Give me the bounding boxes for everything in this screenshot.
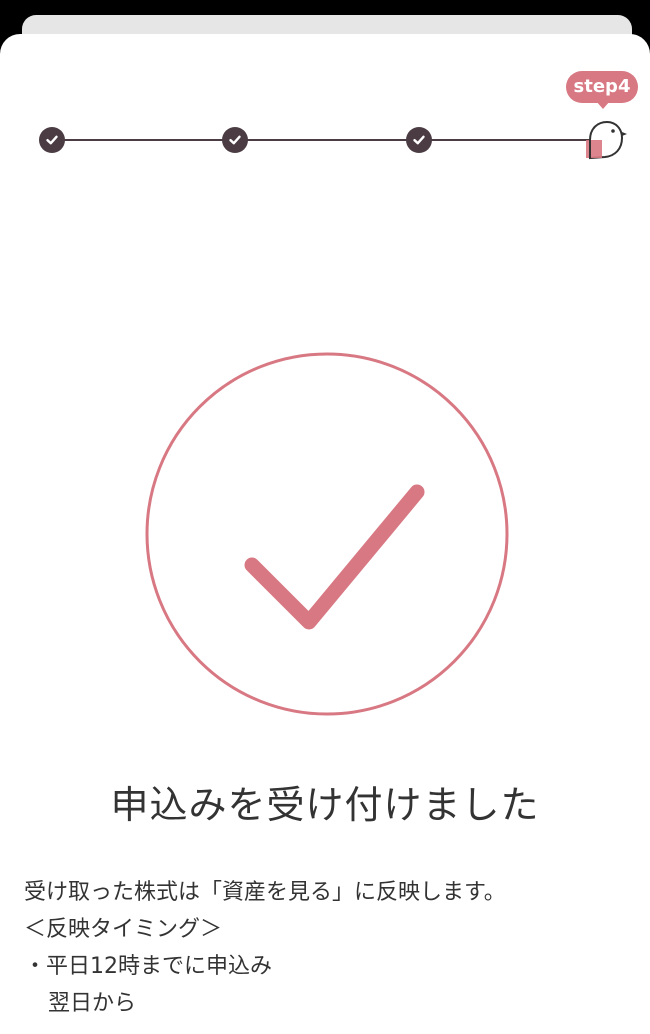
check-icon [413,135,425,145]
step-1-complete [39,127,65,153]
step-2-complete [222,127,248,153]
message-line: 受け取った株式は「資産を見る」に反映します。 [24,880,506,905]
stepper-line [52,139,602,141]
progress-stepper: step4 [0,34,650,194]
current-step-badge: step4 [566,71,638,103]
step-3-complete [406,127,432,153]
check-icon [229,135,241,145]
message-line: ・平日12時までに申込み [24,954,272,979]
check-circle-icon [145,352,509,716]
message-line: 翌日から [48,991,137,1016]
message-text: 受け取った株式は「資産を見る」に反映します。 ＜反映タイミング＞ ・平日12時ま… [24,874,634,1022]
modal-sheet: step4 申込みを受け付けました 受け取った株式は「資産を見る」に反映します。… [0,34,650,1034]
bird-icon [586,120,627,160]
message-line: ＜反映タイミング＞ [24,917,223,942]
badge-tail [596,101,610,109]
check-icon [46,135,58,145]
page-title: 申込みを受け付けました [110,783,540,827]
